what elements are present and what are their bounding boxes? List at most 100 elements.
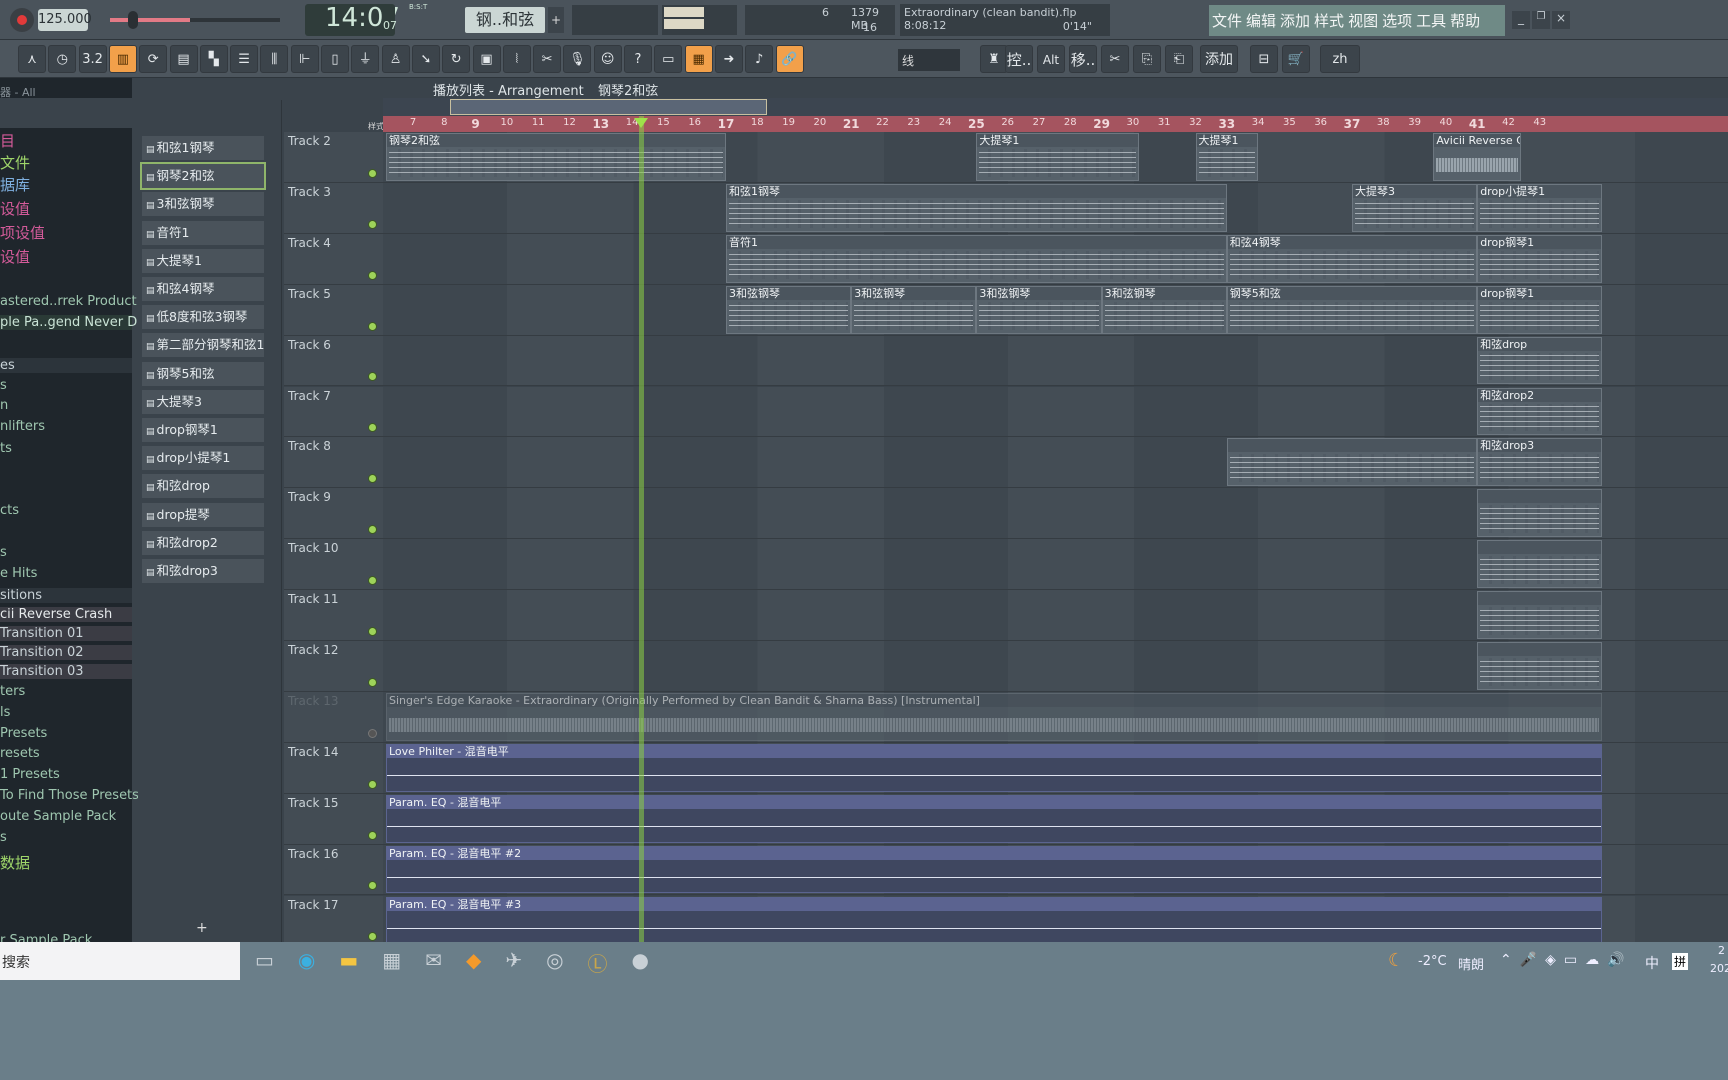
playlist-pattern-breadcrumb[interactable]: 钢琴2和弦 [598,80,658,99]
pattern-clip[interactable]: drop钢琴1 [1477,285,1603,334]
pattern-item[interactable]: ▤ 和弦drop3 [142,559,264,583]
browser-item[interactable]: nlifters [0,419,45,434]
browser-item[interactable]: cii Reverse Crash [0,607,132,622]
browser-item[interactable]: Transition 03 [0,664,132,679]
automation-clip[interactable]: Param. EQ - 混音电平 #3 [386,896,1603,945]
browser-item[interactable]: cts [0,503,19,518]
timeline-ruler[interactable]: 7 8 9 10 11 12 13 14 15 16 17 18 19 20 21 22 23 24 25 26 27 2… [383,116,1728,132]
pattern-selector[interactable]: 钢..和弦 [465,7,545,33]
track-header[interactable]: Track 3 [284,182,383,234]
fl-studio-icon[interactable]: ◆ [466,948,481,977]
obs-icon[interactable]: ● [632,948,649,977]
track-mute-led[interactable] [368,372,377,382]
pattern-clip[interactable]: 3和弦钢琴 [1101,285,1227,334]
ime-mode[interactable]: 中 [1645,953,1659,973]
pattern-clip[interactable]: 和弦1钢琴 [726,183,1227,232]
league-icon[interactable]: Ⓛ [588,948,608,977]
audio-record-icon[interactable]: 🎙 [563,45,592,73]
clock-time[interactable]: 2 [1718,944,1725,957]
track-header[interactable]: Track 11 [284,590,383,641]
snap-selector[interactable]: 线 [898,49,960,71]
browser-item[interactable]: 文件 [0,152,30,173]
browser-item[interactable]: 项设值 [0,222,45,243]
track-lane[interactable]: 和弦drop2 [383,386,1728,438]
undo-icon[interactable]: ↻ [442,45,471,73]
audio-clip[interactable]: Singer's Edge Karaoke - Extraordinary (O… [386,692,1603,741]
track-mute-led[interactable] [368,728,377,738]
browser-item[interactable]: 设值 [0,198,30,219]
pattern-item[interactable]: ▤ drop小提琴1 [142,446,264,471]
paste-icon[interactable]: ⎗ [1165,45,1193,73]
browser-item[interactable]: 设值 [0,246,30,267]
window-icon[interactable]: ▭ [654,45,683,73]
track-lane[interactable] [383,539,1728,591]
pattern-clip[interactable]: 3和弦钢琴 [851,285,977,334]
tempo-tap-icon[interactable]: ⋏ [18,45,46,73]
track-lane[interactable] [383,641,1728,692]
tempo-display[interactable]: 125.000 [38,9,92,31]
restore-button[interactable]: ❐ [1532,11,1550,29]
pattern-clip[interactable] [1477,540,1603,589]
browser-item[interactable]: s [0,830,7,845]
overview-scroll[interactable] [383,98,1728,116]
track-lane[interactable]: 3和弦钢琴 3和弦钢琴 3和弦钢琴 3和弦钢琴 钢琴5和弦 drop钢琴1 [383,284,1728,336]
pattern-clip[interactable]: 钢琴2和弦 [386,133,726,181]
automation-clip[interactable]: Love Philter - 混音电平 [386,743,1603,792]
pattern-item[interactable]: ▤ drop提琴 [142,502,264,527]
track-mute-led[interactable] [368,576,377,586]
pattern-item[interactable]: ▤ 和弦drop [142,474,264,499]
menu-item[interactable]: 帮助 [1450,10,1480,31]
menu-item[interactable]: 样式 [1314,10,1344,31]
track-mute-led[interactable] [368,830,377,840]
browser-item[interactable]: ters [0,684,25,699]
next-icon[interactable]: ➜ [714,45,743,73]
add-pattern-plus[interactable]: + [196,920,208,936]
browser-item[interactable]: resets [0,746,40,761]
edge-icon[interactable]: ◉ [298,948,315,977]
track-mute-led[interactable] [368,270,377,280]
task-view-icon[interactable]: ▭ [255,948,274,977]
track-lane[interactable]: 钢琴2和弦 大提琴1 大提琴1 Avicii Reverse Crash [383,132,1728,183]
track-mute-led[interactable] [368,779,377,789]
pattern-item[interactable]: ▤ 大提琴3 [142,389,264,414]
track-header[interactable]: Track 12 [284,641,383,692]
shop-icon[interactable]: 🛒 [1282,45,1310,73]
track-lane[interactable]: Param. EQ - 混音电平 #2 [383,844,1728,896]
pattern-item[interactable]: ▤ 音符1 [142,220,264,245]
track-header[interactable]: Track 7 [284,386,383,438]
pattern-item[interactable]: ▤ 和弦4钢琴 [142,277,264,301]
dial-icon[interactable]: ♜ [980,45,1008,73]
pattern-clip[interactable]: 大提琴3 [1352,183,1478,232]
save-icon[interactable]: ▣ [472,45,501,73]
plugin-picker-icon[interactable]: ⏚ [351,45,380,73]
store-icon[interactable]: ▦ [382,948,401,977]
wait-icon[interactable]: ♪ [745,45,774,73]
browser-item[interactable]: 数据 [0,852,30,873]
track-lane[interactable]: 和弦drop [383,335,1728,387]
move-button[interactable]: 移.. [1069,45,1097,73]
menu-item[interactable]: 视图 [1348,10,1378,31]
pattern-clip[interactable] [1477,642,1603,690]
record-button[interactable] [10,8,34,32]
pattern-item[interactable]: ▤ 和弦drop2 [142,530,264,555]
browser-item[interactable]: oute Sample Pack [0,809,116,824]
browser-item[interactable]: sitions [0,588,132,603]
app-icon[interactable]: ✈ [505,948,522,977]
menu-item[interactable]: 文件 [1212,10,1242,31]
piano-roll-icon[interactable]: ⫼ [260,45,289,73]
pattern-clip[interactable]: 3和弦钢琴 [726,285,852,334]
pattern-clip[interactable]: 和弦drop2 [1477,387,1603,436]
browser-item[interactable]: Presets [0,726,47,741]
track-mute-led[interactable] [368,321,377,331]
playhead-marker[interactable] [634,118,649,128]
minimize-button[interactable]: _ [1512,11,1530,29]
track-mute-led[interactable] [368,525,377,535]
project-info-icon[interactable]: ➘ [411,45,440,73]
browser-item[interactable]: 据库 [0,174,30,195]
ime-pinyin[interactable]: 拼 [1672,953,1689,970]
pattern-item[interactable]: ▤ 和弦1钢琴 [142,136,264,160]
pattern-item[interactable]: ▤ 钢琴5和弦 [142,361,264,386]
touch-keyboard-icon[interactable]: ♙ [381,45,410,73]
browser-item[interactable]: 目 [0,130,15,151]
pattern-item[interactable]: ▤ drop钢琴1 [142,418,264,442]
